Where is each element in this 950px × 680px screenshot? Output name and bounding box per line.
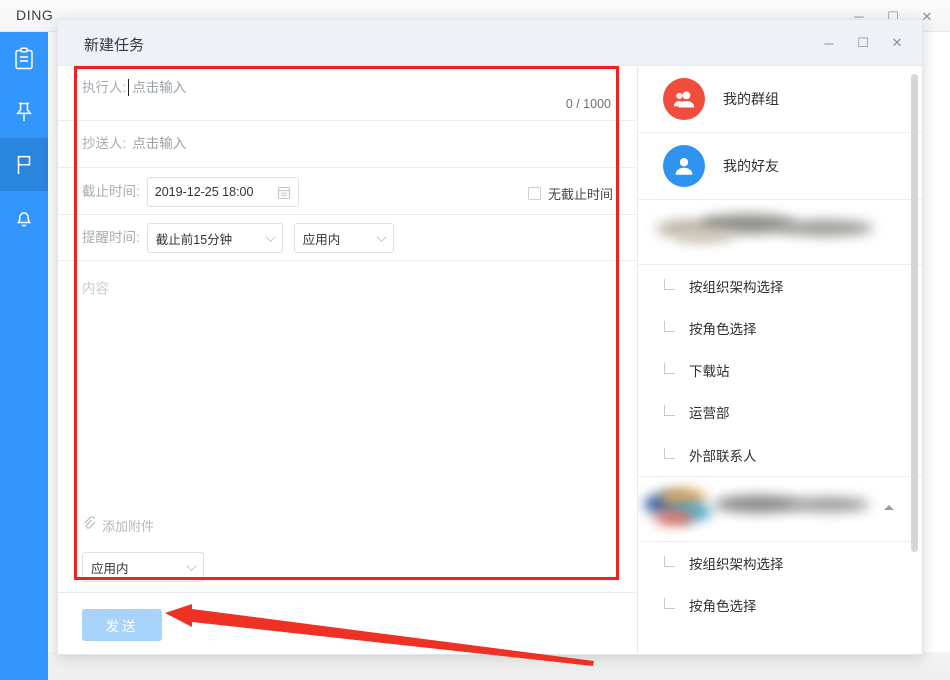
list-item-external-contacts[interactable]: 外部联系人 [638,433,922,477]
outer-bottom-bar [48,652,950,680]
list-item-label: 按组织架构选择 [689,553,784,573]
list-item-by-role-2[interactable]: 按角色选择 [638,584,922,626]
add-attachment-button[interactable]: 添加附件 [82,516,154,535]
caret-up-icon[interactable] [884,505,894,510]
pin-icon [13,100,35,124]
app-title: DING [16,7,53,23]
cc-row: 抄送人: 点击输入 [58,121,637,168]
chevron-down-icon [265,232,275,242]
chevron-down-icon [187,561,197,571]
task-form: 执行人: 点击输入 0 / 1000 抄送人: [58,66,637,592]
checkbox-box [528,187,541,200]
delivery-channel-select[interactable]: 应用内 [82,552,204,582]
blur-smudge [674,230,734,243]
due-time-value: 2019-12-25 18:00 [155,185,254,199]
tree-branch-icon [664,279,675,290]
list-item-label: 运营部 [689,402,730,422]
send-button[interactable]: 发送 [82,609,162,641]
delivery-channel-value: 应用内 [91,558,129,577]
due-time-row: 截止时间: 2019-12-25 18:00 [58,168,637,215]
content-placeholder: 内容 [82,281,109,296]
due-time-input[interactable]: 2019-12-25 18:00 [147,177,299,207]
character-counter: 0 / 1000 [566,97,611,111]
cc-label: 抄送人: [82,134,126,154]
dialog-footer: 发送 [58,592,637,654]
cc-placeholder: 点击输入 [132,136,186,151]
dialog-minimize-button[interactable]: ─ [812,20,846,66]
dialog-title: 新建任务 [84,34,144,55]
contact-name: 我的群组 [723,89,779,109]
friend-avatar [663,145,705,187]
due-time-label: 截止时间: [82,177,140,207]
paperclip-icon [82,516,95,535]
tree-branch-icon [664,598,675,609]
group-avatar [663,78,705,120]
remind-channel-value: 应用内 [303,229,341,248]
dialog-body: 执行人: 点击输入 0 / 1000 抄送人: [58,66,922,654]
task-form-pane: 执行人: 点击输入 0 / 1000 抄送人: [58,66,638,654]
calendar-icon [277,185,291,205]
list-item-label: 按角色选择 [689,318,757,338]
remind-time-row: 提醒时间: 截止前15分钟 应用内 [58,215,637,261]
flag-icon [13,153,35,177]
list-item-label: 按角色选择 [689,595,757,615]
sidebar-item-task[interactable] [0,138,48,191]
dialog-close-button[interactable]: ✕ [880,20,914,66]
blurred-org-header[interactable] [638,200,922,265]
content-textarea[interactable]: 内容 [58,261,637,504]
remind-time-select[interactable]: 截止前15分钟 [147,223,283,253]
executor-placeholder: 点击输入 [132,80,186,95]
executor-label: 执行人: [82,78,126,98]
tree-branch-icon [664,556,675,567]
list-item-label: 下载站 [689,360,730,380]
text-caret [128,79,129,96]
screen: DING ─ ☐ ✕ [0,0,950,680]
blur-smudge [654,511,694,525]
contact-picker-pane: 我的群组 我的好友 [638,66,922,654]
tree-branch-icon [664,363,675,374]
contact-name: 我的好友 [723,156,779,176]
sidebar-item-ding[interactable] [0,85,48,138]
dialog-window-controls: ─ ☐ ✕ [812,20,914,66]
picker-scrollbar-thumb[interactable] [911,74,918,552]
blur-smudge [788,497,870,512]
sidebar-item-todo[interactable] [0,32,48,85]
blur-smudge [778,220,874,236]
list-item-label: 外部联系人 [689,445,757,465]
remind-time-label: 提醒时间: [82,223,140,253]
list-item-my-friends[interactable]: 我的好友 [638,133,922,200]
tree-branch-icon [664,321,675,332]
remind-channel-select[interactable]: 应用内 [294,223,394,253]
dialog-titlebar: 新建任务 ─ ☐ ✕ [58,20,922,66]
list-item-org-structure[interactable]: 按组织架构选择 [638,265,922,307]
blurred-org-header-secondary[interactable] [638,477,922,542]
remind-time-value: 截止前15分钟 [156,229,232,248]
tree-branch-icon [664,405,675,416]
chevron-down-icon [376,232,386,242]
new-task-dialog: 新建任务 ─ ☐ ✕ 执行人: 点击输入 [57,19,923,655]
list-item-download-station[interactable]: 下载站 [638,349,922,391]
list-item-by-role[interactable]: 按角色选择 [638,307,922,349]
list-item-operations-dept[interactable]: 运营部 [638,391,922,433]
clipboard-icon [13,47,35,71]
tree-branch-icon [664,448,675,459]
add-attachment-label: 添加附件 [102,516,154,535]
cc-input[interactable]: 点击输入 [132,134,186,154]
list-item-org-structure-2[interactable]: 按组织架构选择 [638,542,922,584]
primary-nav-rail [0,32,48,680]
executor-input[interactable]: 点击输入 [132,78,186,98]
sidebar-item-notice[interactable] [0,191,48,244]
executor-row: 执行人: 点击输入 0 / 1000 [58,66,637,121]
list-item-my-groups[interactable]: 我的群组 [638,66,922,133]
no-deadline-label: 无截止时间 [548,184,613,203]
no-deadline-checkbox[interactable]: 无截止时间 [528,184,613,203]
list-item-label: 按组织架构选择 [689,276,784,296]
dialog-maximize-button[interactable]: ☐ [846,20,880,66]
bell-icon [13,206,35,230]
